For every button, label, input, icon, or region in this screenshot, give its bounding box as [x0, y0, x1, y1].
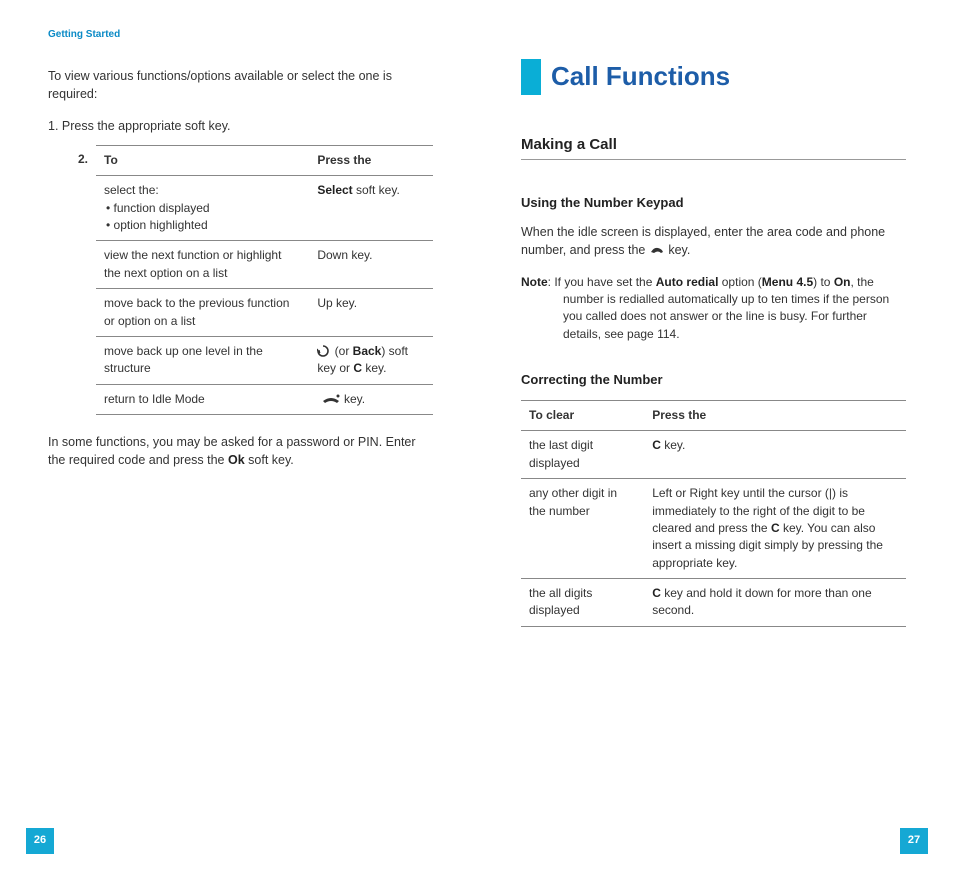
- col-press-r: Press the: [644, 400, 906, 430]
- back-arrow-icon: [317, 345, 331, 359]
- row4-press: (or Back) soft key or C key.: [309, 337, 433, 385]
- call-key-icon: [649, 245, 665, 258]
- row5-to: return to Idle Mode: [96, 384, 309, 414]
- col-press: Press the: [309, 145, 433, 175]
- page-left: Getting Started To view various function…: [0, 0, 477, 876]
- chapter-bar: [521, 59, 541, 95]
- page-number-right: 27: [900, 828, 928, 854]
- row5-press: key.: [309, 384, 433, 414]
- end-call-icon: [321, 393, 341, 407]
- row2-press: Down key.: [309, 241, 433, 289]
- col-to: To: [96, 145, 309, 175]
- note-auto-redial: Note: If you have set the Auto redial op…: [521, 274, 906, 344]
- section-making-call: Making a Call: [521, 134, 906, 161]
- r2-clear: any other digit in the number: [521, 479, 644, 579]
- r1-press: C key.: [644, 431, 906, 479]
- r3-press: C key and hold it down for more than one…: [644, 579, 906, 627]
- r2-press: Left or Right key until the cursor (|) i…: [644, 479, 906, 579]
- row1-to: select the: • function displayed • optio…: [96, 176, 309, 241]
- para-keypad: When the idle screen is displayed, enter…: [521, 223, 906, 259]
- table-number: 2.: [70, 145, 96, 175]
- softkey-table: 2. To Press the select the: • function d…: [70, 145, 433, 415]
- row3-to: move back to the previous function or op…: [96, 289, 309, 337]
- chapter-title: Call Functions: [551, 58, 730, 96]
- r1-clear: the last digit displayed: [521, 431, 644, 479]
- subhead-keypad: Using the Number Keypad: [521, 194, 906, 213]
- col-clear: To clear: [521, 400, 644, 430]
- outro-text: In some functions, you may be asked for …: [48, 433, 433, 469]
- correcting-table: To clear Press the the last digit displa…: [521, 400, 906, 627]
- intro-text: To view various functions/options availa…: [48, 67, 433, 103]
- subhead-correcting: Correcting the Number: [521, 371, 906, 390]
- section-label: Getting Started: [48, 28, 433, 43]
- row2-to: view the next function or highlight the …: [96, 241, 309, 289]
- step-1: 1. Press the appropriate soft key.: [66, 117, 433, 135]
- chapter-header: Call Functions: [521, 58, 906, 96]
- row1-press: Select soft key.: [309, 176, 433, 241]
- row4-to: move back up one level in the structure: [96, 337, 309, 385]
- page-right: Call Functions Making a Call Using the N…: [477, 0, 954, 876]
- page-number-left: 26: [26, 828, 54, 854]
- r3-clear: the all digits displayed: [521, 579, 644, 627]
- row3-press: Up key.: [309, 289, 433, 337]
